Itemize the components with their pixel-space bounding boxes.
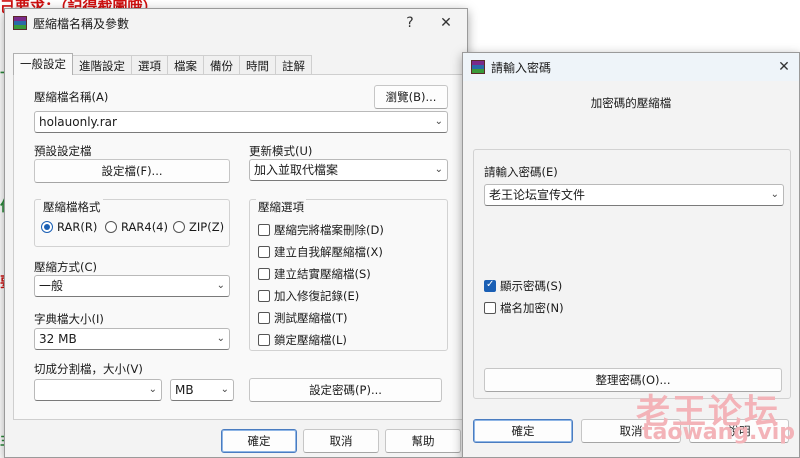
format-rar-label: RAR(R) [57,220,98,234]
format-group: 壓縮檔格式 RAR(R) RAR4(4) ZIP(Z) [34,199,230,247]
checkbox-icon [258,246,270,258]
chevron-down-icon[interactable]: ⌄ [435,160,443,180]
option-solid[interactable]: 建立結實壓縮檔(S) [258,266,371,282]
update-mode-label: 更新模式(U) [249,144,313,158]
watermark-url: taowang.vip [642,420,796,445]
profile-label: 預設設定檔 [34,144,92,158]
profile-button[interactable]: 設定檔(F)... [34,159,230,183]
update-mode-select[interactable]: 加入並取代檔案 ⌄ [249,159,448,181]
chevron-down-icon[interactable]: ⌄ [771,185,779,205]
dialog-subtitle: 加密碼的壓縮檔 [590,96,672,110]
archive-parameters-dialog: 壓縮檔名稱及參數 ? ✕ 一般設定 進階設定 選項 檔案 備份 時間 註解 壓縮… [4,8,468,458]
password-label: 請輸入密碼(E) [484,165,558,179]
encrypt-filenames-label: 檔名加密(N) [500,301,564,315]
password-group: 請輸入密碼(E) 老王论坛宣传文件 ⌄ 顯示密碼(S) 檔名加密(N) 整理密碼… [473,149,791,399]
format-rar-radio[interactable]: RAR(R) [41,220,97,234]
chevron-down-icon[interactable]: ⌄ [217,276,225,296]
options-group-label: 壓縮選項 [256,199,306,215]
tab-advanced[interactable]: 進階設定 [72,55,132,75]
options-group: 壓縮選項 壓縮完將檔案刪除(D) 建立自我解壓縮檔(X) 建立結實壓縮檔(S) … [249,199,448,351]
option-label: 建立自我解壓縮檔(X) [274,245,383,259]
help-button[interactable]: 幫助 [385,429,461,453]
update-mode-value: 加入並取代檔案 [254,163,339,177]
option-sfx[interactable]: 建立自我解壓縮檔(X) [258,244,383,260]
format-rar4-radio[interactable]: RAR4(4) [105,220,168,234]
format-rar4-label: RAR4(4) [121,220,168,234]
cancel-button[interactable]: 取消 [303,429,379,453]
method-value: 一般 [39,279,64,293]
archive-name-input[interactable]: holauonly.rar ⌄ [34,111,448,133]
checkbox-icon [258,290,270,302]
tab-files[interactable]: 檔案 [167,55,204,75]
show-password-checkbox[interactable]: 顯示密碼(S) [484,278,562,294]
password-value: 老王论坛宣传文件 [489,188,586,202]
tab-general[interactable]: 一般設定 [13,53,73,75]
chevron-down-icon[interactable]: ⌄ [221,380,229,400]
tab-options[interactable]: 選項 [131,55,168,75]
option-delete-after[interactable]: 壓縮完將檔案刪除(D) [258,222,384,238]
option-label: 加入修復記錄(E) [274,289,360,303]
set-password-button[interactable]: 設定密碼(P)... [249,378,442,402]
tab-comment[interactable]: 註解 [275,55,312,75]
option-test[interactable]: 測試壓縮檔(T) [258,310,348,326]
dictionary-value: 32 MB [39,332,77,346]
encrypt-filenames-checkbox[interactable]: 檔名加密(N) [484,300,564,316]
split-size-input[interactable]: ⌄ [34,379,162,401]
close-icon[interactable]: ✕ [431,9,461,37]
help-icon[interactable]: ? [395,9,425,37]
format-zip-label: ZIP(Z) [189,220,225,234]
chevron-down-icon[interactable]: ⌄ [435,112,443,132]
check-icon [484,279,496,292]
option-lock[interactable]: 鎖定壓縮檔(L) [258,332,347,348]
option-label: 建立結實壓縮檔(S) [274,267,371,281]
title-bar: 請輸入密碼 ✕ [463,53,799,81]
chevron-down-icon[interactable]: ⌄ [217,329,225,349]
app-rar-icon [471,60,485,74]
browse-button[interactable]: 瀏覽(B)... [374,85,448,109]
method-select[interactable]: 一般 ⌄ [34,275,230,297]
tab-time[interactable]: 時間 [239,55,276,75]
ok-button[interactable]: 確定 [473,419,573,443]
split-unit-value: MB [175,383,194,397]
app-rar-icon [13,16,27,30]
radio-selected-icon [41,221,53,233]
archive-name-label: 壓縮檔名稱(A) [34,90,109,104]
dialog-title: 請輸入密碼 [491,60,552,75]
method-label: 壓縮方式(C) [34,260,98,274]
show-password-label: 顯示密碼(S) [500,279,563,293]
option-label: 測試壓縮檔(T) [274,311,348,325]
close-icon[interactable]: ✕ [769,53,799,81]
checkbox-icon [484,302,496,314]
chevron-down-icon[interactable]: ⌄ [149,380,157,400]
format-zip-radio[interactable]: ZIP(Z) [173,220,224,234]
option-label: 壓縮完將檔案刪除(D) [274,223,384,237]
ok-button[interactable]: 確定 [221,429,297,453]
tab-strip: 一般設定 進階設定 選項 檔案 備份 時間 註解 [13,53,312,75]
checkbox-icon [258,268,270,280]
split-unit-select[interactable]: MB ⌄ [170,379,234,401]
option-recovery-record[interactable]: 加入修復記錄(E) [258,288,359,304]
checkbox-icon [258,312,270,324]
format-group-label: 壓縮檔格式 [41,199,103,215]
checkbox-icon [258,334,270,346]
split-label: 切成分割檔，大小(V) [34,362,143,376]
radio-icon [105,221,117,233]
general-panel: 壓縮檔名稱(A) 瀏覽(B)... holauonly.rar ⌄ 預設設定檔 … [13,74,465,420]
dictionary-select[interactable]: 32 MB ⌄ [34,328,230,350]
checkbox-icon [258,224,270,236]
title-bar: 壓縮檔名稱及參數 ? ✕ [5,9,467,37]
radio-icon [173,221,185,233]
option-label: 鎖定壓縮檔(L) [274,333,347,347]
dialog-title: 壓縮檔名稱及參數 [33,16,130,31]
password-input[interactable]: 老王论坛宣传文件 ⌄ [484,184,784,206]
tab-backup[interactable]: 備份 [203,55,240,75]
archive-name-value: holauonly.rar [39,115,117,129]
dictionary-label: 字典檔大小(I) [34,312,104,326]
